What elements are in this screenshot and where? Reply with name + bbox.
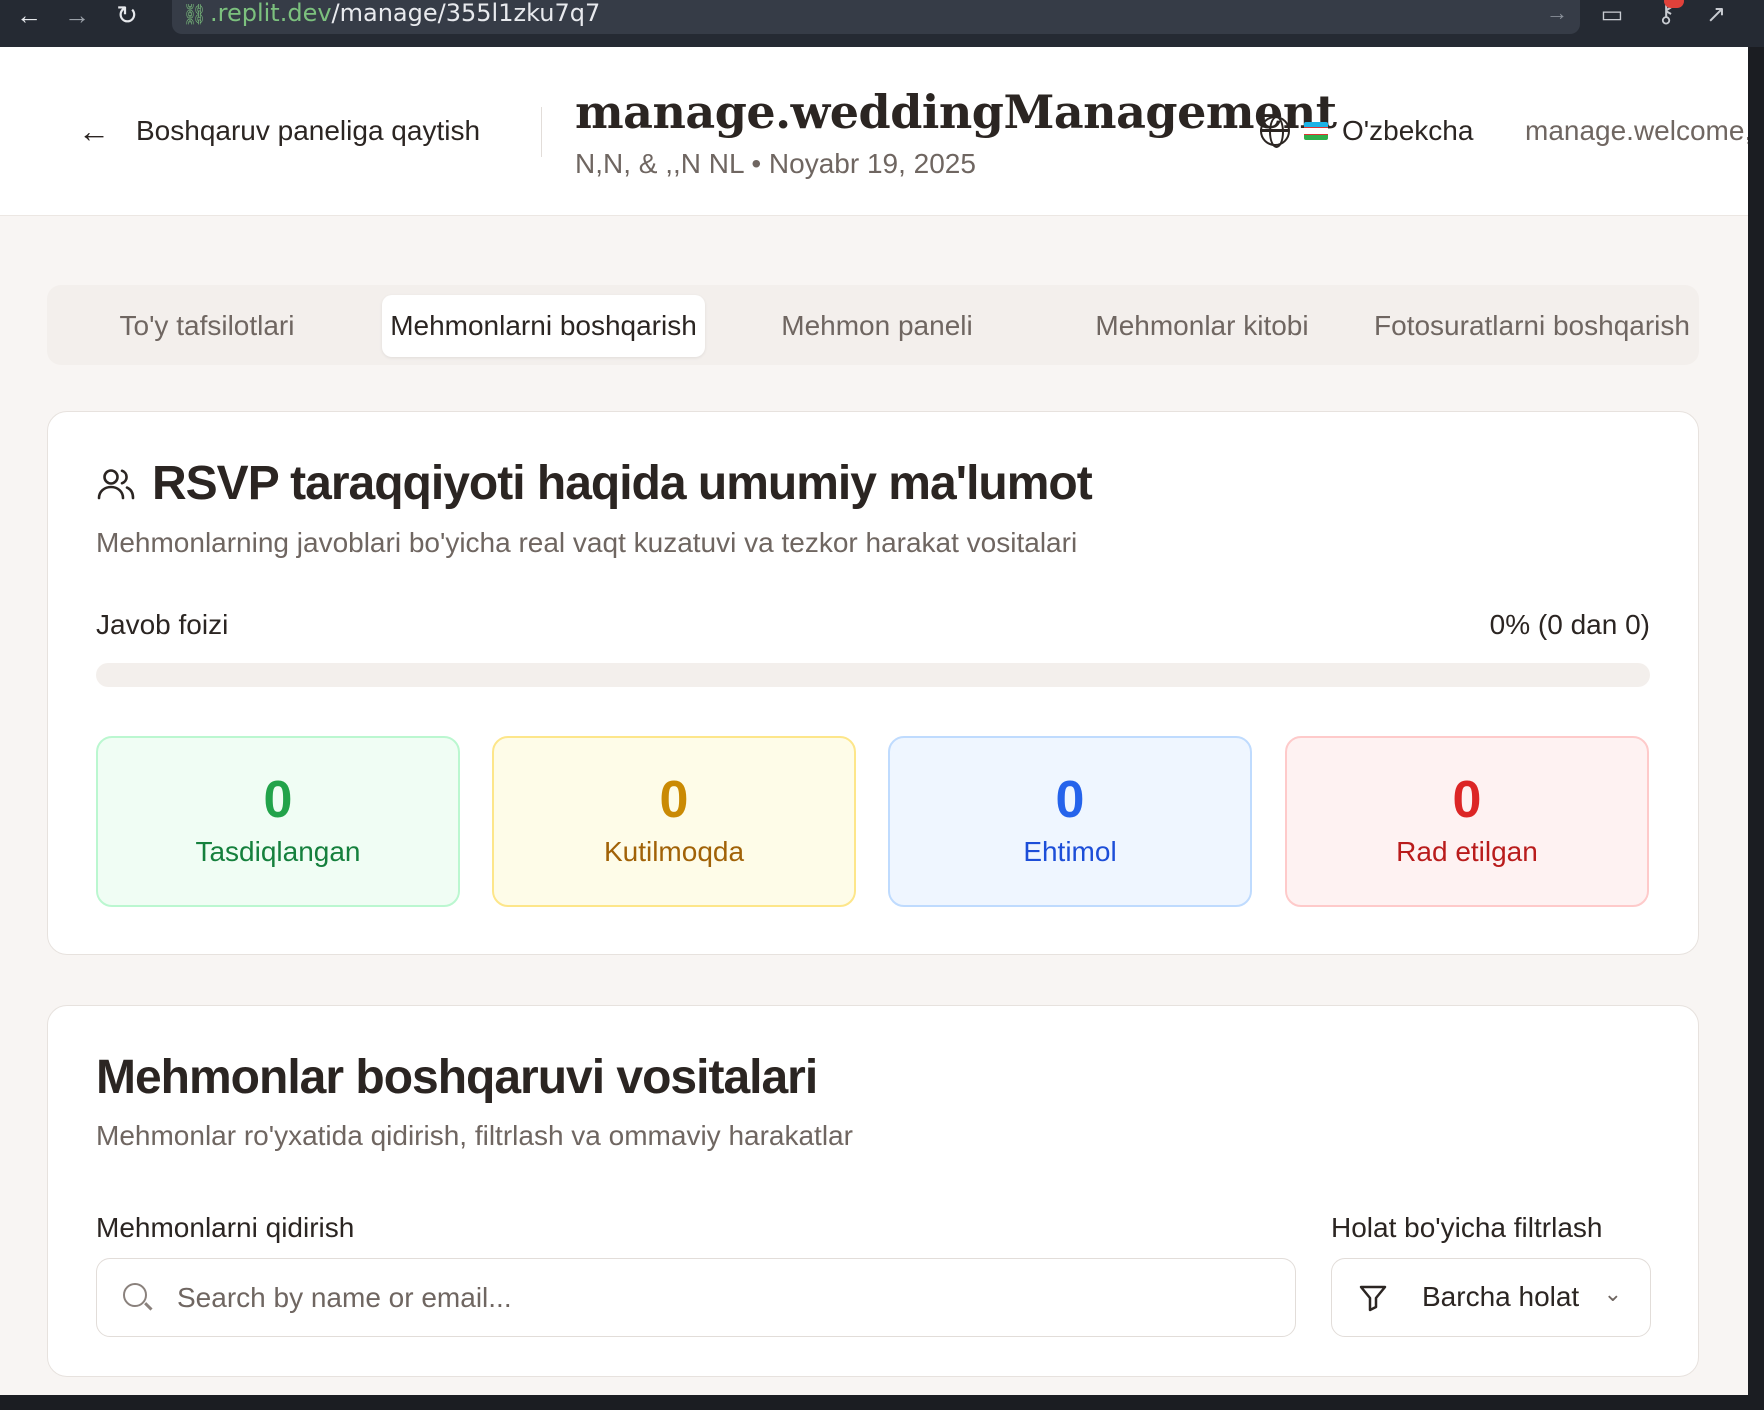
filter-icon <box>1359 1285 1387 1312</box>
arrow-left-icon: ← <box>78 113 110 149</box>
tab-list: To'y tafsilotlari Mehmonlarni boshqarish… <box>47 285 1699 365</box>
stat-maybe-label: Ehtimol <box>1023 836 1117 867</box>
response-rate-value: 0% (0 dan 0) <box>1489 609 1650 640</box>
stat-pending: 0 Kutilmoqda <box>492 736 856 907</box>
link-icon: ⛓ <box>182 4 208 26</box>
url-text[interactable]: .replit.dev/manage/355l1zku7q7 <box>210 0 600 26</box>
stat-pending-label: Kutilmoqda <box>603 836 745 867</box>
stat-maybe-count: 0 <box>1055 771 1085 829</box>
language-label: O'zbekcha <box>1342 115 1474 146</box>
rsvp-card-title: RSVP taraqqiyoti haqida umumiy ma'lumot <box>152 457 1093 510</box>
tab-photo-management[interactable]: Fotosuratlarni boshqarish <box>1372 295 1692 357</box>
stat-maybe: 0 Ehtimol <box>888 736 1252 907</box>
status-filter-select[interactable]: Barcha holat ⌄ <box>1331 1258 1651 1337</box>
stat-pending-count: 0 <box>659 771 689 829</box>
header-divider <box>541 107 542 157</box>
rsvp-overview-card: RSVP taraqqiyoti haqida umumiy ma'lumot … <box>47 411 1699 955</box>
tab-guest-panel[interactable]: Mehmon paneli <box>727 295 1027 357</box>
stat-confirmed: 0 Tasdiqlangan <box>96 736 460 907</box>
chevron-down-icon: ⌄ <box>1603 1281 1622 1306</box>
reload-icon[interactable]: ↻ <box>112 2 142 32</box>
go-icon[interactable]: → <box>1546 0 1568 26</box>
page-title: manage.weddingManagement <box>575 85 1337 139</box>
search-input[interactable] <box>177 1275 1277 1321</box>
search-label: Mehmonlarni qidirish <box>96 1212 355 1243</box>
rsvp-card-subtitle: Mehmonlarning javoblari bo'yicha real va… <box>96 527 1078 558</box>
stat-confirmed-count: 0 <box>263 771 293 829</box>
page-header: ← Boshqaruv paneliga qaytish manage.wedd… <box>0 47 1748 216</box>
welcome-text: manage.welcome, <box>1525 115 1748 146</box>
language-selector[interactable]: O'zbekcha <box>1260 115 1474 148</box>
search-field[interactable] <box>96 1258 1296 1337</box>
page-viewport: ← Boshqaruv paneliga qaytish manage.wedd… <box>0 47 1748 1395</box>
browser-toolbar: ← → ↻ ⛓ .replit.dev/manage/355l1zku7q7 →… <box>0 0 1764 47</box>
forward-arrow-icon[interactable]: → <box>62 2 92 32</box>
back-arrow-icon[interactable]: ← <box>14 2 44 32</box>
uzbek-flag-icon <box>1304 122 1328 140</box>
stat-declined-label: Rad etilgan <box>1396 836 1538 867</box>
globe-icon <box>1260 116 1290 148</box>
users-icon <box>97 468 135 499</box>
tab-guestbook[interactable]: Mehmonlar kitobi <box>1052 295 1352 357</box>
response-rate-label: Javob foizi <box>96 609 229 640</box>
tab-guest-management[interactable]: Mehmonlarni boshqarish <box>382 295 705 357</box>
search-icon <box>123 1283 147 1307</box>
back-button-label: Boshqaruv paneliga qaytish <box>136 115 481 146</box>
external-link-icon[interactable]: ↗ <box>1700 0 1732 30</box>
stat-confirmed-label: Tasdiqlangan <box>195 836 361 867</box>
page-subtitle: N,N, & ,,N NL • Noyabr 19, 2025 <box>575 148 976 179</box>
stat-declined: 0 Rad etilgan <box>1285 736 1649 907</box>
back-to-dashboard-button[interactable]: ← Boshqaruv paneliga qaytish <box>78 115 480 147</box>
stat-declined-count: 0 <box>1452 771 1482 829</box>
monitor-icon[interactable]: ▭ <box>1596 0 1628 30</box>
guest-tools-card: Mehmonlar boshqaruvi vositalari Mehmonla… <box>47 1005 1699 1377</box>
response-progress-bar <box>96 663 1650 687</box>
status-filter-value: Barcha holat <box>1422 1281 1580 1312</box>
rsvp-card-heading: RSVP taraqqiyoti haqida umumiy ma'lumot <box>96 456 1093 511</box>
tab-wedding-details[interactable]: To'y tafsilotlari <box>57 295 357 357</box>
guest-tools-title: Mehmonlar boshqaruvi vositalari <box>96 1051 818 1104</box>
status-filter-label: Holat bo'yicha filtrlash <box>1331 1212 1603 1243</box>
address-bar[interactable]: ⛓ .replit.dev/manage/355l1zku7q7 → <box>172 0 1580 34</box>
guest-tools-subtitle: Mehmonlar ro'yxatida qidirish, filtrlash… <box>96 1120 853 1151</box>
